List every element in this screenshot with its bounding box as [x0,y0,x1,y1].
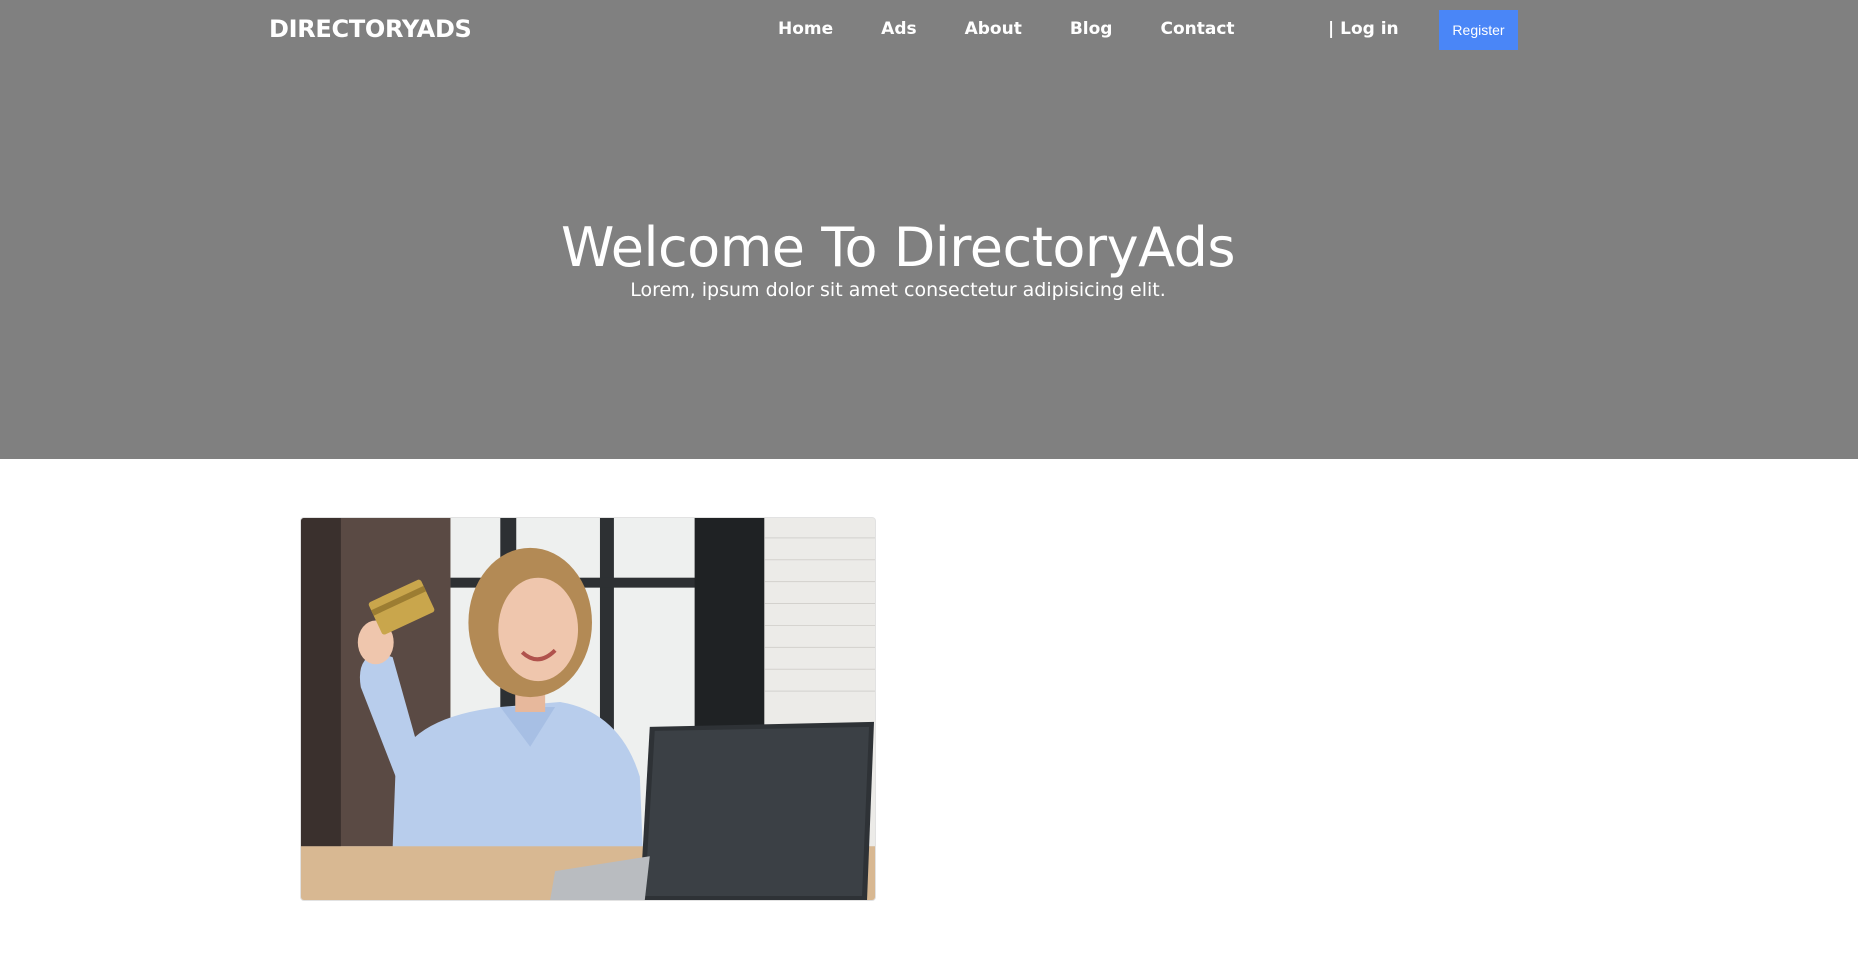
login-link[interactable]: | Log in [1328,18,1399,40]
brand-logo[interactable]: DIRECTORYADS [269,14,472,44]
nav-ads[interactable]: Ads [881,18,916,40]
woman-laptop-photo-icon [301,518,875,900]
hero-title: Welcome To DirectoryAds [561,216,1235,279]
nav-contact[interactable]: Contact [1160,18,1234,40]
hero-section: DIRECTORYADS Home Ads About Blog Contact… [0,0,1858,459]
nav-about[interactable]: About [965,18,1022,40]
hero-subtitle: Lorem, ipsum dolor sit amet consectetur … [630,279,1166,301]
nav-home[interactable]: Home [778,18,833,40]
main-nav: Home Ads About Blog Contact [778,18,1283,40]
nav-blog[interactable]: Blog [1070,18,1113,40]
ad-image-card[interactable] [300,517,876,901]
register-button[interactable]: Register [1439,10,1518,50]
